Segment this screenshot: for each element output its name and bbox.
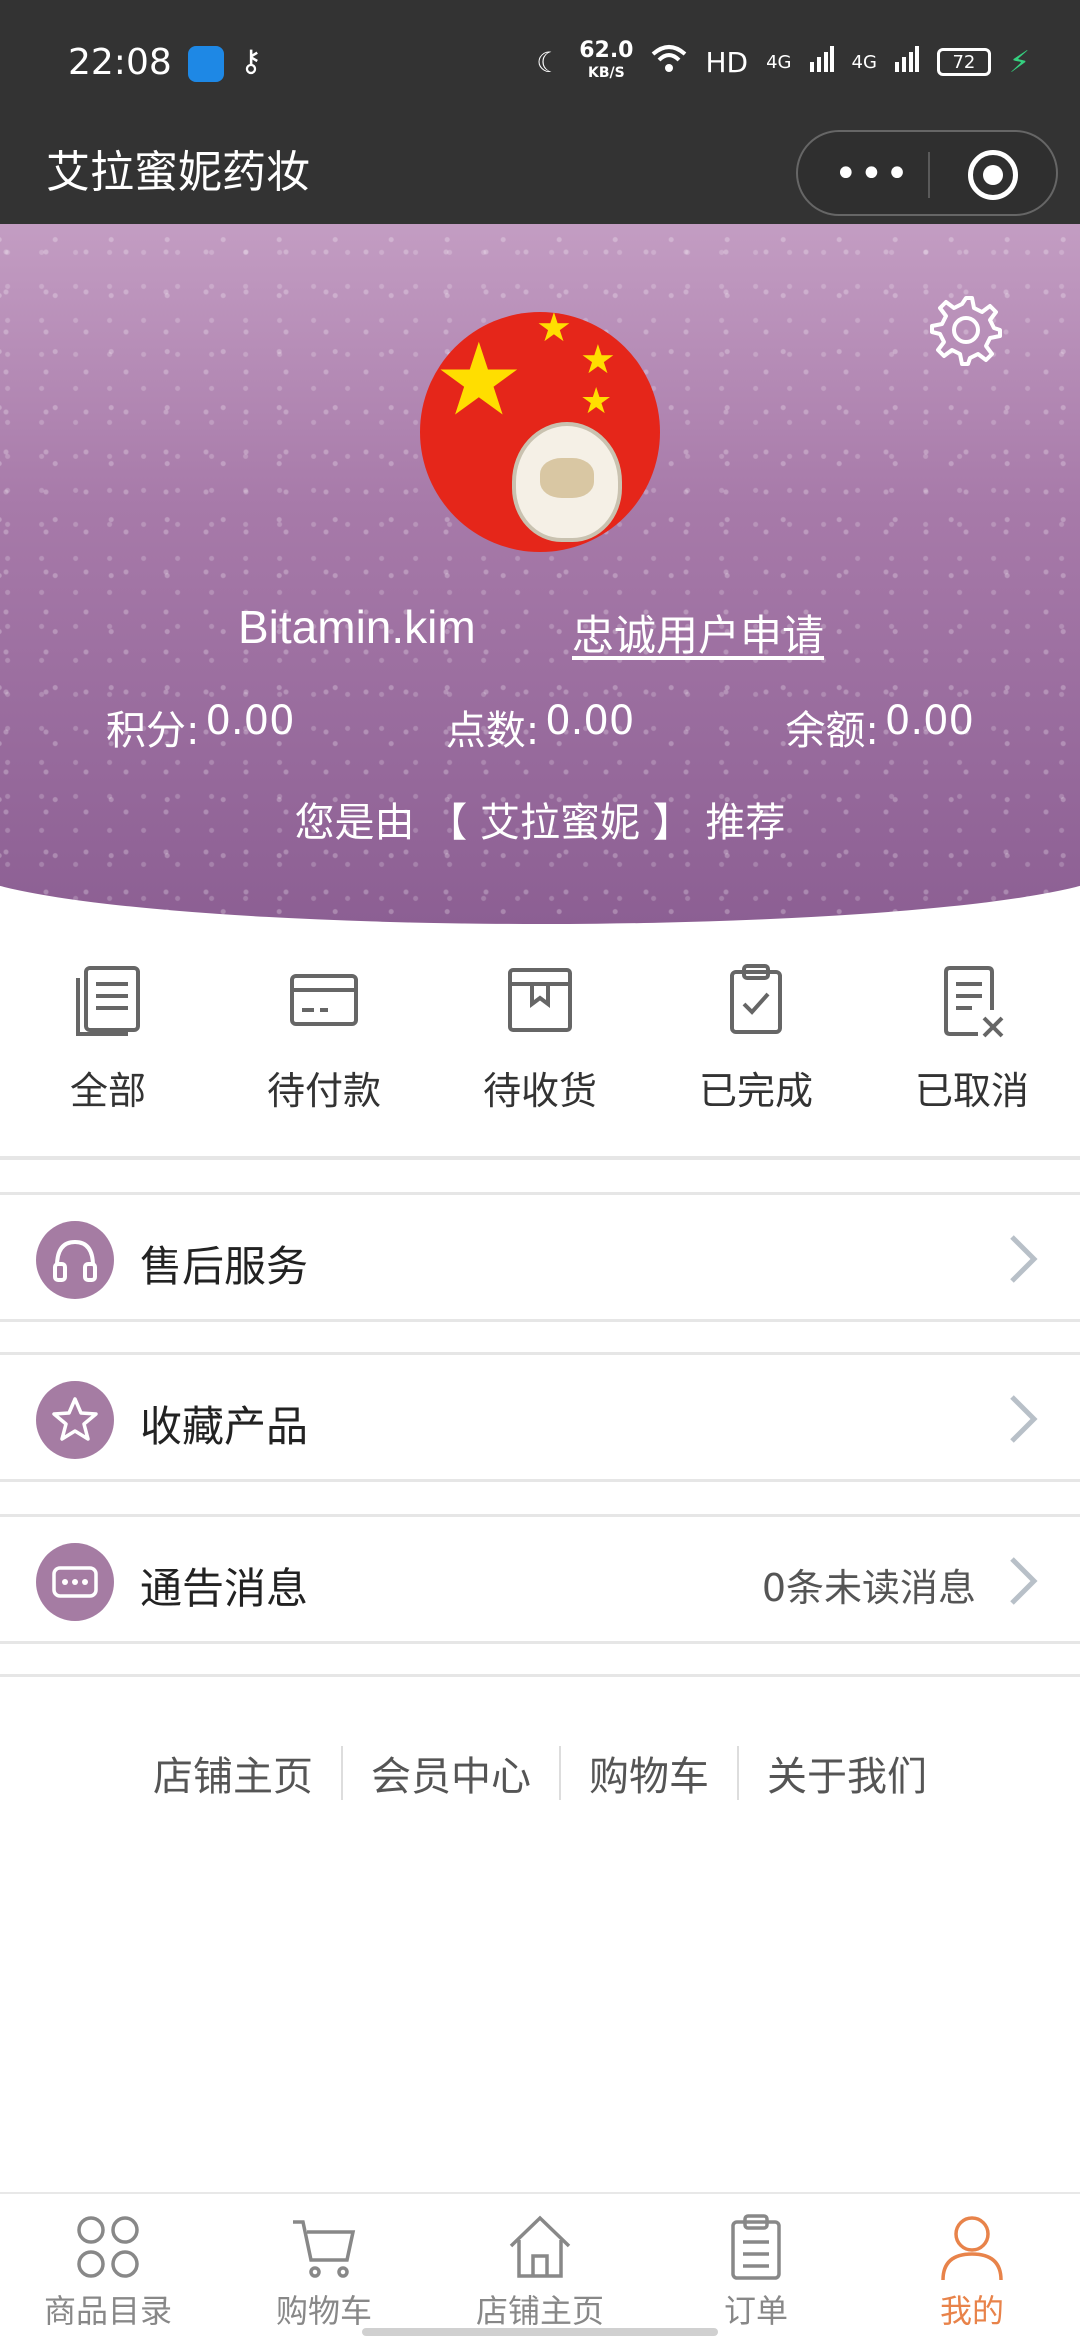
key-icon: ⚷ [240, 44, 262, 79]
clipboard-check-icon [730, 964, 782, 1034]
loyal-user-apply-link[interactable]: 忠诚用户申请 [572, 602, 824, 663]
menu-label: 通告消息 [140, 1564, 309, 1613]
order-list-icon [731, 2214, 781, 2280]
home-indicator[interactable] [362, 2328, 718, 2336]
page-title: 艾拉蜜妮药妆 [46, 147, 310, 198]
star-icon: ★ [536, 312, 572, 351]
more-options-button[interactable]: ••• [834, 146, 909, 202]
referral-text: 您是由 【 艾拉蜜妮 】 推荐 [294, 800, 786, 846]
star-icon: ★ [580, 381, 613, 422]
stat-balance: 余额: 0.00 [785, 698, 974, 756]
capsule-menu: ••• [796, 130, 1058, 216]
package-box-icon [508, 968, 572, 1032]
tab-profile[interactable]: 我的 [864, 2194, 1080, 2340]
star-icon [36, 1381, 114, 1459]
stat-value: 0.00 [545, 698, 635, 744]
charging-icon: ⚡ [1008, 44, 1030, 80]
net-speed: 62.0 KB/S [579, 40, 633, 84]
status-time: 22:08 [68, 42, 172, 83]
app-notification-icon [188, 46, 224, 82]
username: Bitamin.kim [238, 601, 476, 653]
order-tab-completed[interactable]: 已完成 [648, 960, 864, 1160]
stat-credits: 点数: 0.00 [446, 698, 635, 756]
section-divider [0, 1674, 1080, 1678]
chevron-right-icon [1010, 1395, 1038, 1443]
payment-card-icon [290, 974, 358, 1026]
mini-program-nav-bar: 艾拉蜜妮药妆 ••• [0, 130, 1080, 224]
order-status-row: 全部 待付款 待收货 已完成 已取消 [0, 960, 1080, 1160]
tab-label: 订单 [723, 2292, 788, 2330]
status-bar: 22:08 ⚷ ☾ 62.0 KB/S HD 4G 4G 72 ⚡ [0, 0, 1080, 130]
tab-store-home[interactable]: 店铺主页 [432, 2194, 648, 2340]
catalog-grid-icon [77, 2216, 139, 2278]
order-tab-label: 待收货 [482, 1069, 597, 1113]
close-mini-program-button[interactable] [968, 150, 1018, 200]
after-sales-service-row[interactable]: 售后服务 [0, 1192, 1080, 1322]
status-indicators: ☾ 62.0 KB/S HD 4G 4G 72 ⚡ [536, 40, 1030, 84]
order-tab-label: 已完成 [698, 1069, 813, 1113]
signal-bars-icon [894, 45, 919, 79]
order-tab-cancelled[interactable]: 已取消 [864, 960, 1080, 1160]
tab-cart[interactable]: 购物车 [216, 2194, 432, 2340]
moon-icon: ☾ [536, 45, 562, 79]
tab-label: 商品目录 [43, 2292, 172, 2330]
star-icon: ★ [580, 337, 616, 383]
chevron-right-icon [1010, 1557, 1038, 1605]
tab-label: 店铺主页 [475, 2292, 604, 2330]
gear-icon[interactable] [928, 292, 1004, 368]
footer-link-about-us[interactable]: 关于我们 [739, 1744, 955, 1802]
headphones-icon [36, 1221, 114, 1299]
order-tab-pending-delivery[interactable]: 待收货 [432, 960, 648, 1160]
cart-icon [293, 2220, 356, 2278]
order-tab-all[interactable]: 全部 [0, 960, 216, 1160]
order-tab-pending-payment[interactable]: 待付款 [216, 960, 432, 1160]
notice-messages-row[interactable]: 通告消息 0条未读消息 [0, 1514, 1080, 1644]
account-stats: 积分: 0.00 点数: 0.00 余额: 0.00 [0, 698, 1080, 756]
clipboard-cancel-icon [944, 966, 1004, 1038]
section-divider [0, 1156, 1080, 1160]
bottom-tab-bar: 商品目录 购物车 店铺主页 订单 我的 [0, 2192, 1080, 2340]
order-tab-label: 已取消 [914, 1069, 1029, 1113]
tab-label: 购物车 [275, 2292, 372, 2330]
menu-label: 售后服务 [140, 1242, 309, 1291]
stat-label: 余额: [785, 708, 879, 754]
stat-label: 点数: [445, 708, 540, 754]
all-orders-icon [76, 966, 140, 1036]
favorite-products-row[interactable]: 收藏产品 [0, 1352, 1080, 1482]
stat-label: 积分: [106, 708, 200, 754]
wifi-icon [651, 44, 687, 81]
order-tab-label: 全部 [69, 1069, 146, 1113]
stat-value: 0.00 [205, 698, 295, 744]
net-speed-unit: KB/S [587, 65, 625, 81]
menu-label: 收藏产品 [140, 1402, 309, 1451]
hd-label: HD [705, 45, 749, 79]
footer-links: 店铺主页 会员中心 购物车 关于我们 [0, 1744, 1080, 1802]
chevron-right-icon [1010, 1235, 1038, 1283]
unread-count: 0条未读消息 [761, 1566, 976, 1610]
avatar-face [512, 422, 622, 542]
tab-label: 我的 [939, 2292, 1004, 2330]
signal-2-label: 4G [851, 51, 877, 73]
net-speed-value: 62.0 [579, 38, 634, 63]
footer-link-member-center[interactable]: 会员中心 [343, 1744, 559, 1802]
stat-points: 积分: 0.00 [106, 698, 295, 756]
battery-icon: 72 [936, 48, 991, 76]
stat-value: 0.00 [884, 698, 974, 744]
signal-1-label: 4G [766, 51, 792, 73]
capsule-divider [928, 152, 930, 198]
home-icon [509, 2215, 571, 2278]
star-icon: ★ [434, 321, 524, 438]
footer-link-store-home[interactable]: 店铺主页 [125, 1744, 341, 1802]
order-tab-label: 待付款 [266, 1069, 381, 1113]
avatar[interactable]: ★ ★ ★ ★ [420, 312, 660, 552]
footer-link-cart[interactable]: 购物车 [561, 1744, 737, 1802]
profile-person-icon [941, 2216, 1003, 2281]
tab-orders[interactable]: 订单 [648, 2194, 864, 2340]
tab-catalog[interactable]: 商品目录 [0, 2194, 216, 2340]
message-icon [36, 1543, 114, 1621]
profile-header: ★ ★ ★ ★ Bitamin.kim 忠诚用户申请 积分: 0.00 点数: … [0, 224, 1080, 930]
signal-bars-icon [809, 45, 834, 79]
